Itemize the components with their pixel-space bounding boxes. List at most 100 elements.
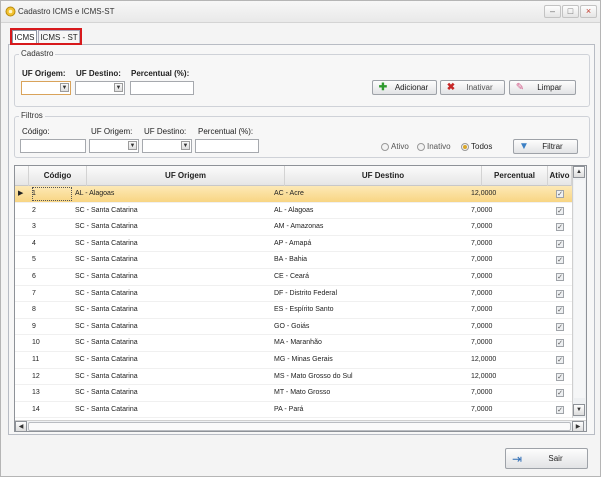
col-header-uf-origem[interactable]: UF Origem: [87, 166, 285, 186]
col-header-ativo[interactable]: Ativo: [548, 166, 572, 186]
col-header-uf-destino[interactable]: UF Destino: [285, 166, 482, 186]
cadastro-uf-destino-combo[interactable]: ▼: [75, 81, 125, 95]
filter-icon: ▼: [519, 141, 529, 152]
cell-uf-origem: AL - Alagoas: [75, 190, 115, 197]
maximize-button[interactable]: □: [562, 5, 579, 18]
cell-uf-origem: SC - Santa Catarina: [75, 256, 138, 264]
cadastro-uf-origem-combo[interactable]: ▼: [21, 81, 71, 95]
chevron-down-icon[interactable]: ▼: [181, 141, 190, 150]
cadastro-legend: Cadastro: [19, 49, 56, 58]
table-row[interactable]: 8 SC - Santa Catarina ES - Espírito Santo 7…: [15, 302, 572, 319]
focused-cell: [32, 187, 72, 201]
cell-uf-destino: AM - Amazonas: [274, 223, 324, 231]
cell-percentual: 7,0000: [471, 239, 493, 247]
cell-uf-destino: PA - Pará: [274, 405, 304, 413]
filtros-uf-destino-combo[interactable]: ▼: [142, 139, 192, 153]
x-icon: ✖: [446, 82, 456, 93]
cadastro-percentual-label: Percentual (%):: [131, 69, 190, 78]
cell-uf-destino: MS - Mato Grosso do Sul: [274, 372, 353, 380]
title-bar: Cadastro ICMS e ICMS-ST – □ ×: [1, 1, 600, 23]
ativo-checkbox[interactable]: ✓: [556, 322, 564, 331]
table-row[interactable]: 11 SC - Santa Catarina MG - Minas Gerais 12…: [15, 352, 572, 369]
cell-uf-origem: SC - Santa Catarina: [75, 306, 138, 314]
sair-button[interactable]: ⇥ Sair: [505, 448, 588, 469]
table-row[interactable]: 3 SC - Santa Catarina AM - Amazonas 7,0000 ✓: [15, 219, 572, 236]
inativar-button[interactable]: ✖ Inativar: [440, 80, 505, 95]
vertical-scrollbar[interactable]: ▲ ▼: [572, 166, 586, 418]
close-button[interactable]: ×: [580, 5, 597, 18]
cell-uf-destino: MG - Minas Gerais: [274, 356, 333, 363]
ativo-checkbox[interactable]: ✓: [556, 223, 564, 232]
cell-uf-destino: DF - Distrito Federal: [274, 289, 338, 297]
ativo-checkbox[interactable]: ✓: [556, 356, 564, 364]
cell-uf-origem: SC - Santa Catarina: [75, 389, 138, 397]
cell-uf-origem: SC - Santa Catarina: [75, 206, 138, 214]
table-row[interactable]: 13 SC - Santa Catarina MT - Mato Grosso 7,0…: [15, 385, 572, 402]
adicionar-button[interactable]: ✚ Adicionar: [372, 80, 437, 95]
cell-uf-origem: SC - Santa Catarina: [75, 239, 138, 247]
table-row[interactable]: 10 SC - Santa Catarina MA - Maranhão 7,0000…: [15, 335, 572, 352]
cell-uf-destino: CE - Ceará: [274, 273, 310, 280]
ativo-checkbox[interactable]: ✓: [556, 256, 564, 265]
table-row[interactable]: 4 SC - Santa Catarina AP - Amapá 7,0000 ✓: [15, 236, 572, 253]
ativo-checkbox[interactable]: ✓: [556, 306, 564, 315]
exit-door-icon: ⇥: [512, 452, 523, 466]
cell-percentual: 12,0000: [471, 356, 497, 363]
ativo-checkbox[interactable]: ✓: [556, 289, 564, 298]
table-row[interactable]: 5 SC - Santa Catarina BA - Bahia 7,0000 ✓: [15, 252, 572, 269]
limpar-button[interactable]: ✎ Limpar: [509, 80, 576, 95]
chevron-down-icon[interactable]: ▼: [128, 141, 137, 150]
col-header-codigo[interactable]: Código: [29, 166, 87, 186]
ativo-checkbox[interactable]: ✓: [556, 389, 564, 398]
horizontal-scrollbar[interactable]: ◀ ▶: [15, 420, 586, 431]
app-icon: [5, 6, 16, 17]
cell-uf-destino: AL - Alagoas: [274, 206, 314, 214]
cadastro-percentual-input[interactable]: [130, 81, 194, 95]
grid-header: Código UF Origem UF Destino Percentual A…: [15, 166, 572, 186]
table-row[interactable]: 12 SC - Santa Catarina MS - Mato Grosso do…: [15, 369, 572, 386]
window-title: Cadastro ICMS e ICMS-ST: [18, 7, 115, 16]
radio-todos[interactable]: [461, 143, 469, 151]
filtros-percentual-input[interactable]: [195, 139, 259, 153]
cell-uf-destino: MA - Maranhão: [274, 339, 322, 347]
ativo-checkbox[interactable]: ✓: [556, 190, 564, 198]
hscroll-thumb[interactable]: [28, 422, 571, 431]
scroll-up-icon[interactable]: ▲: [573, 166, 585, 178]
cell-uf-destino: ES - Espírito Santo: [274, 306, 334, 314]
radio-ativo[interactable]: [381, 143, 389, 151]
minimize-button[interactable]: –: [544, 5, 561, 18]
chevron-down-icon[interactable]: ▼: [114, 83, 123, 92]
table-row[interactable]: 7 SC - Santa Catarina DF - Distrito Federa…: [15, 286, 572, 303]
scroll-track[interactable]: [574, 180, 585, 398]
radio-inativo[interactable]: [417, 143, 425, 151]
cell-uf-destino: AC - Acre: [274, 190, 304, 197]
ativo-checkbox[interactable]: ✓: [556, 339, 564, 348]
cell-percentual: 7,0000: [471, 405, 493, 413]
filtros-uf-origem-combo[interactable]: ▼: [89, 139, 139, 153]
sair-label: Sair: [548, 454, 563, 463]
current-row-arrow-icon: ▶: [18, 190, 24, 197]
table-row[interactable]: ▶ 1 AL - Alagoas AC - Acre 12,0000 ✓: [15, 186, 572, 203]
table-row[interactable]: 14 SC - Santa Catarina PA - Pará 7,0000 ✓: [15, 402, 572, 419]
table-row[interactable]: 2 SC - Santa Catarina AL - Alagoas 7,0000 ✓: [15, 203, 572, 220]
ativo-checkbox[interactable]: ✓: [556, 206, 564, 215]
icms-grid[interactable]: Código UF Origem UF Destino Percentual A…: [14, 165, 587, 432]
scroll-left-icon[interactable]: ◀: [15, 421, 27, 431]
filtrar-button[interactable]: ▼ Filtrar: [513, 139, 578, 154]
table-row[interactable]: 9 SC - Santa Catarina GO - Goiás 7,0000 ✓: [15, 319, 572, 336]
chevron-down-icon[interactable]: ▼: [60, 83, 69, 92]
col-header-percentual[interactable]: Percentual: [482, 166, 548, 186]
cadastro-uf-origem-label: UF Origem:: [22, 69, 66, 78]
ativo-checkbox[interactable]: ✓: [556, 372, 564, 381]
scroll-right-icon[interactable]: ▶: [572, 421, 584, 431]
table-row[interactable]: 6 SC - Santa Catarina CE - Ceará 7,0000 ✓: [15, 269, 572, 286]
filtros-codigo-input[interactable]: [20, 139, 86, 153]
cell-uf-origem: SC - Santa Catarina: [75, 273, 138, 280]
scroll-down-icon[interactable]: ▼: [573, 404, 585, 416]
ativo-checkbox[interactable]: ✓: [556, 239, 564, 248]
radio-todos-label: Todos: [471, 142, 493, 151]
row-indicator-header: [15, 166, 29, 186]
ativo-checkbox[interactable]: ✓: [556, 273, 564, 281]
ativo-checkbox[interactable]: ✓: [556, 405, 564, 414]
tabs-highlight-box: [10, 28, 82, 45]
